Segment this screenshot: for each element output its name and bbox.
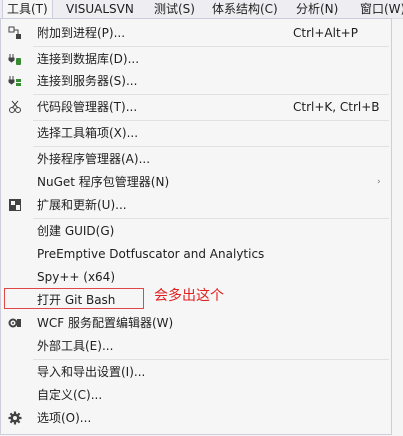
annotation-text: 会多出这个 <box>154 288 224 304</box>
menu-separator <box>33 218 389 219</box>
menu-item-label: 选项(O)... <box>37 411 92 425</box>
extensions-icon <box>9 199 21 211</box>
menu-item-label: 自定义(C)... <box>37 388 103 402</box>
snippets-icon <box>9 100 21 113</box>
menu-item-label: 代码段管理器(T)... <box>37 100 138 114</box>
menu-item-extensions-updates[interactable]: 扩展和更新(U)... <box>1 194 391 216</box>
menu-item-label: 外接程序管理器(A)... <box>37 152 151 166</box>
attach-process-icon <box>8 26 21 39</box>
menu-separator <box>33 146 389 147</box>
menu-item-external-tools[interactable]: 外部工具(E)... <box>1 335 391 357</box>
menu-separator <box>33 46 389 47</box>
menu-item-label: 选择工具箱项(X)... <box>37 126 139 140</box>
menu-item-label: NuGet 程序包管理器(N) <box>37 175 170 189</box>
menu-separator <box>33 359 389 360</box>
menu-item-options[interactable]: 选项(O)... <box>1 407 391 429</box>
menu-item-addin-manager[interactable]: 外接程序管理器(A)... <box>1 148 391 170</box>
menu-tools[interactable]: 工具(T) <box>2 0 53 19</box>
wcf-config-icon <box>8 318 21 328</box>
shortcut-text: Ctrl+K, Ctrl+B <box>293 100 380 114</box>
menu-item-dotfuscator[interactable]: PreEmptive Dotfuscator and Analytics <box>1 243 391 265</box>
submenu-arrow-icon: › <box>377 177 381 187</box>
menu-window[interactable]: 窗口(W) <box>356 0 403 18</box>
menu-visualsvn[interactable]: VISUALSVN <box>62 0 138 18</box>
menu-item-snippets-manager[interactable]: 代码段管理器(T)... Ctrl+K, Ctrl+B <box>1 96 391 118</box>
menu-item-wcf-config-editor[interactable]: WCF 服务配置编辑器(W) <box>1 312 391 334</box>
menu-item-label: 扩展和更新(U)... <box>37 198 127 212</box>
menu-analyze[interactable]: 分析(N) <box>292 0 342 18</box>
menu-item-attach-process[interactable]: 附加到进程(P)... Ctrl+Alt+P <box>1 22 391 44</box>
connect-server-icon <box>8 76 21 86</box>
menu-bar: 工具(T) VISUALSVN 测试(S) 体系结构(C) 分析(N) 窗口(W… <box>0 0 403 19</box>
menu-item-choose-toolbox-items[interactable]: 选择工具箱项(X)... <box>1 122 391 144</box>
annotation-highlight-box <box>4 288 144 309</box>
menu-item-create-guid[interactable]: 创建 GUID(G) <box>1 220 391 242</box>
menu-item-label: 创建 GUID(G) <box>37 224 115 238</box>
menu-separator <box>33 94 389 95</box>
menu-item-label: PreEmptive Dotfuscator and Analytics <box>37 247 265 261</box>
menu-item-connect-server[interactable]: 连接到服务器(S)... <box>1 70 391 92</box>
menu-item-customize[interactable]: 自定义(C)... <box>1 384 391 406</box>
menu-item-label: Spy++ (x64) <box>37 270 115 284</box>
menu-item-import-export-settings[interactable]: 导入和导出设置(I)... <box>1 361 391 383</box>
menu-item-label: 连接到数据库(D)... <box>37 52 140 66</box>
menu-item-label: 导入和导出设置(I)... <box>37 365 146 379</box>
menu-item-label: 附加到进程(P)... <box>37 26 126 40</box>
menu-item-label: 连接到服务器(S)... <box>37 74 138 88</box>
menu-separator <box>33 120 389 121</box>
menu-item-nuget[interactable]: NuGet 程序包管理器(N) › <box>1 171 391 193</box>
menu-item-label: 外部工具(E)... <box>37 339 114 353</box>
tools-dropdown-menu: 附加到进程(P)... Ctrl+Alt+P 连接到数据库(D)... 连接到服… <box>0 18 392 435</box>
shortcut-text: Ctrl+Alt+P <box>293 26 358 40</box>
gear-icon <box>8 411 22 425</box>
menu-architecture[interactable]: 体系结构(C) <box>208 0 282 18</box>
connect-database-icon <box>8 54 21 65</box>
menu-item-connect-database[interactable]: 连接到数据库(D)... <box>1 48 391 70</box>
menu-item-label: WCF 服务配置编辑器(W) <box>37 316 174 330</box>
menu-test[interactable]: 测试(S) <box>150 0 199 18</box>
